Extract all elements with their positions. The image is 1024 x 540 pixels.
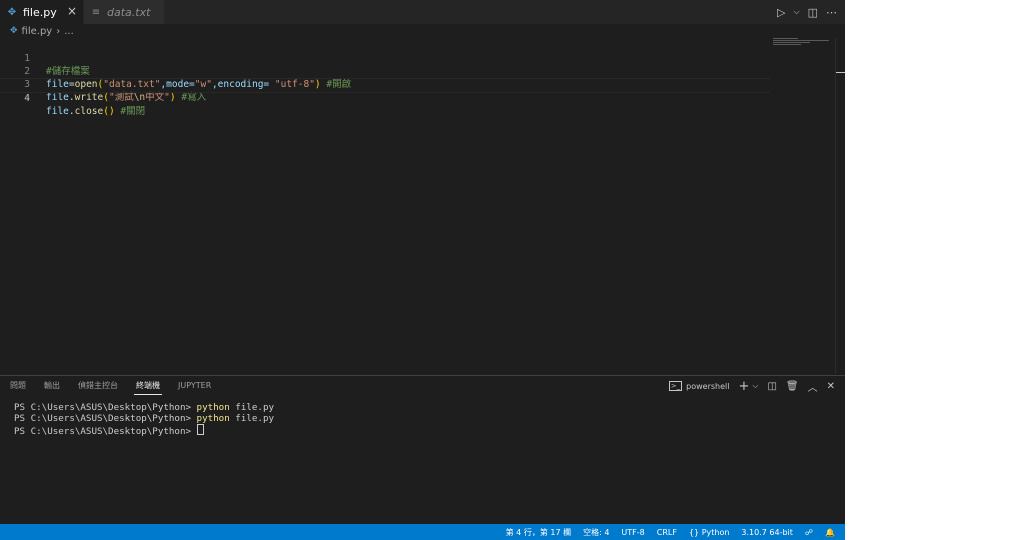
code-comment: #關閉 — [114, 106, 146, 117]
code-token: 中文" — [145, 92, 170, 103]
terminal-prompt: PS C:\Users\ASUS\Desktop\Python> — [14, 413, 197, 424]
tab-debug-console[interactable]: 偵錯主控台 — [76, 376, 120, 396]
plus-icon[interactable]: + — [738, 379, 749, 394]
code-token: file — [46, 106, 69, 117]
chevron-up-icon[interactable]: ︿ — [808, 379, 818, 394]
terminal-args: file.py — [229, 402, 275, 413]
tab-terminal[interactable]: 終端機 — [134, 376, 162, 396]
code-token: close — [74, 106, 104, 117]
terminal-command: python — [196, 402, 230, 413]
more-icon[interactable]: ⋯ — [826, 6, 837, 19]
terminal-args: file.py — [229, 413, 275, 424]
tab-problems[interactable]: 問題 — [8, 376, 28, 396]
line-number: 4 — [24, 93, 30, 104]
editor-actions: ▷ ⌵ ◫ ⋯ — [777, 0, 837, 24]
code-token: () — [103, 106, 115, 117]
status-cursor-position[interactable]: 第 4 行，第 17 欄 — [506, 527, 571, 538]
vertical-scrollbar[interactable] — [835, 38, 845, 374]
terminal-icon[interactable]: >_ — [668, 381, 683, 391]
editor-tab-bar: ✥ file.py × ≡ data.txt ▷ ⌵ ◫ ⋯ — [0, 0, 845, 24]
feedback-icon[interactable]: ☍ — [805, 528, 813, 537]
terminal-command: python — [196, 413, 230, 424]
terminal-line: PS C:\Users\ASUS\Desktop\Python> python … — [14, 402, 274, 413]
status-bar: 第 4 行，第 17 欄 空格: 4 UTF-8 CRLF {} Python … — [0, 524, 845, 540]
breadcrumb: ✥ file.py › ... — [0, 24, 845, 38]
terminal-line: PS C:\Users\ASUS\Desktop\Python> python … — [14, 413, 274, 424]
status-eol[interactable]: CRLF — [657, 528, 677, 537]
tab-output[interactable]: 輸出 — [42, 376, 62, 396]
shell-name[interactable]: powershell — [686, 382, 729, 391]
code-token: write — [74, 92, 104, 103]
split-editor-icon[interactable]: ◫ — [808, 6, 818, 19]
bell-icon[interactable]: 🔔 — [825, 528, 835, 537]
breadcrumb-file[interactable]: file.py — [22, 26, 53, 37]
terminal-prompt: PS C:\Users\ASUS\Desktop\Python> — [14, 402, 197, 413]
code-token: \n — [133, 92, 146, 103]
code-content: file.close() #關閉 — [46, 105, 145, 118]
python-file-icon: ✥ — [10, 26, 18, 36]
status-encoding[interactable]: UTF-8 — [621, 528, 644, 537]
text-file-icon: ≡ — [91, 6, 101, 18]
code-line: 1 #儲存檔案 — [0, 39, 770, 77]
split-terminal-icon[interactable]: ◫ — [767, 381, 776, 392]
terminal-output[interactable]: PS C:\Users\ASUS\Desktop\Python> python … — [14, 402, 274, 437]
tab-label: file.py — [23, 5, 57, 19]
tab-jupyter[interactable]: JUPYTER — [176, 376, 213, 396]
braces-icon: {} — [688, 527, 700, 537]
python-file-icon: ✥ — [7, 6, 17, 18]
terminal-prompt: PS C:\Users\ASUS\Desktop\Python> — [14, 426, 197, 437]
close-icon[interactable]: ✕ — [827, 381, 835, 392]
vscode-window: ✥ file.py × ≡ data.txt ▷ ⌵ ◫ ⋯ ✥ file.py… — [0, 0, 845, 540]
panel-actions: >_ powershell + ⌵ ◫ 🗑 ︿ ✕ — [668, 376, 835, 396]
tab-data-txt[interactable]: ≡ data.txt — [84, 0, 164, 24]
tab-file-py[interactable]: ✥ file.py × — [0, 0, 83, 24]
minimap[interactable] — [773, 38, 835, 48]
run-icon[interactable]: ▷ — [777, 6, 785, 19]
panel-tabs: 問題 輸出 偵錯主控台 終端機 JUPYTER — [8, 376, 213, 396]
breadcrumb-symbols[interactable]: ... — [64, 26, 74, 37]
chevron-down-icon[interactable]: ⌵ — [794, 7, 800, 17]
status-indentation[interactable]: 空格: 4 — [583, 527, 609, 538]
tab-label: data.txt — [107, 5, 151, 19]
trash-icon[interactable]: 🗑 — [786, 381, 799, 392]
code-line: 3 file.write("測試\n中文") #寫入 — [0, 65, 770, 103]
status-language-label: Python — [701, 527, 730, 537]
code-token: file — [46, 92, 69, 103]
chevron-down-icon[interactable]: ⌵ — [752, 381, 758, 391]
code-comment: #寫入 — [175, 92, 207, 103]
code-editor[interactable]: 1 #儲存檔案 2 file=open("data.txt",mode="w",… — [0, 38, 845, 374]
status-language[interactable]: {} Python — [689, 528, 729, 537]
terminal-line: PS C:\Users\ASUS\Desktop\Python> — [14, 424, 274, 437]
terminal-cursor — [196, 424, 204, 435]
close-icon[interactable]: × — [67, 4, 77, 18]
status-interpreter[interactable]: 3.10.7 64-bit — [741, 528, 793, 537]
code-line-current: 4 file.close() #關閉 — [0, 78, 770, 117]
bottom-panel: 問題 輸出 偵錯主控台 終端機 JUPYTER >_ powershell + … — [0, 375, 845, 525]
code-token: "測試 — [108, 92, 134, 103]
code-line: 2 file=open("data.txt",mode="w",encoding… — [0, 52, 770, 90]
chevron-right-icon: › — [56, 25, 61, 37]
